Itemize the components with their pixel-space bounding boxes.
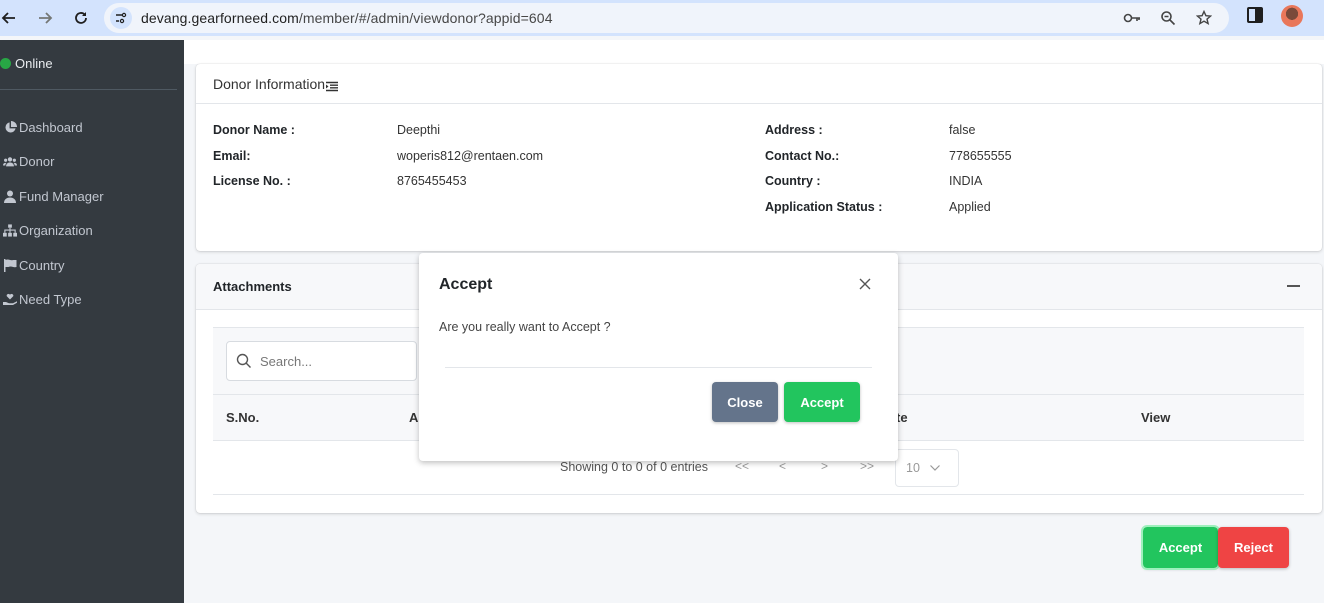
address-label: Address : bbox=[765, 123, 823, 137]
modal-close-button[interactable]: Close bbox=[712, 382, 778, 422]
license-label: License No. : bbox=[213, 174, 291, 188]
flag-icon bbox=[3, 258, 17, 272]
reload-icon[interactable] bbox=[68, 5, 94, 31]
sidebar-item-need-type[interactable]: Need Type bbox=[0, 283, 104, 318]
pagination-info: Showing 0 to 0 of 0 entries bbox=[560, 460, 709, 474]
hand-holding-heart-icon bbox=[3, 293, 17, 307]
collapse-icon[interactable] bbox=[1287, 285, 1300, 287]
back-icon[interactable] bbox=[0, 5, 22, 31]
donor-name-row: Donor Name : bbox=[213, 120, 295, 140]
list-indent-icon[interactable] bbox=[326, 79, 339, 92]
url-path: /member/#/admin/viewdonor?appid=604 bbox=[298, 10, 553, 26]
password-key-icon[interactable] bbox=[1121, 7, 1143, 29]
url-text[interactable]: devang.gearforneed.com/member/#/admin/vi… bbox=[141, 10, 553, 26]
email-label: Email: bbox=[213, 149, 251, 163]
last-page-button[interactable]: >> bbox=[860, 459, 874, 473]
sidebar-item-label: Dashboard bbox=[19, 119, 83, 135]
forward-icon[interactable] bbox=[32, 5, 58, 31]
contact-row: Contact No.: bbox=[765, 146, 839, 166]
side-panel-icon[interactable] bbox=[1247, 7, 1263, 23]
sidebar-item-dashboard[interactable]: Dashboard bbox=[0, 110, 104, 145]
page-size-select[interactable]: 10 bbox=[895, 449, 959, 487]
donor-name-value: Deepthi bbox=[397, 123, 441, 137]
accept-button[interactable]: Accept bbox=[1141, 525, 1220, 570]
email-row: Email: bbox=[213, 146, 251, 166]
reject-button[interactable]: Reject bbox=[1218, 527, 1289, 568]
address-bar[interactable]: devang.gearforneed.com/member/#/admin/vi… bbox=[104, 3, 1229, 33]
users-icon bbox=[3, 155, 17, 169]
column-header-view[interactable]: View bbox=[1141, 410, 1170, 425]
browser-toolbar: devang.gearforneed.com/member/#/admin/vi… bbox=[0, 0, 1324, 36]
content-header bbox=[184, 40, 1324, 64]
sidebar-item-donor[interactable]: Donor bbox=[0, 145, 104, 180]
status-dot-icon bbox=[0, 58, 11, 69]
attachments-title: Attachments bbox=[213, 279, 292, 294]
sidebar-nav: Dashboard Donor Fund Manager Organizatio… bbox=[0, 110, 104, 317]
license-row: License No. : bbox=[213, 171, 291, 191]
address-value: false bbox=[949, 123, 976, 137]
url-host: devang.gearforneed.com bbox=[141, 10, 299, 26]
application-status-label: Application Status : bbox=[765, 200, 883, 214]
status-label: Online bbox=[15, 56, 53, 71]
donor-info-header: Donor Information bbox=[196, 64, 1322, 104]
sitemap-icon bbox=[3, 224, 17, 238]
chart-pie-icon bbox=[3, 120, 17, 134]
sidebar: Online Dashboard Donor Fund Manager Orga… bbox=[0, 40, 184, 603]
modal-title: Accept bbox=[439, 276, 493, 293]
modal-divider bbox=[445, 367, 872, 368]
address-row: Address : bbox=[765, 120, 823, 140]
search-input[interactable] bbox=[260, 353, 400, 369]
accept-modal: Accept Are you really want to Accept ? C… bbox=[419, 253, 898, 461]
donor-name-label: Donor Name : bbox=[213, 123, 295, 137]
sidebar-divider bbox=[0, 89, 177, 90]
close-icon[interactable] bbox=[857, 276, 873, 292]
sidebar-item-label: Organization bbox=[19, 223, 93, 239]
sidebar-item-fund-manager[interactable]: Fund Manager bbox=[0, 179, 104, 214]
modal-accept-button[interactable]: Accept bbox=[784, 382, 860, 422]
contact-value: 778655555 bbox=[949, 149, 1012, 163]
search-icon bbox=[236, 353, 251, 368]
chevron-down-icon bbox=[929, 465, 940, 471]
country-value: INDIA bbox=[949, 174, 983, 188]
profile-avatar[interactable] bbox=[1281, 5, 1303, 27]
license-value: 8765455453 bbox=[397, 174, 467, 188]
donor-info-title: Donor Information bbox=[213, 75, 326, 92]
column-header-attachment[interactable]: A bbox=[409, 410, 418, 425]
status-row: Application Status : bbox=[765, 197, 882, 217]
next-page-button[interactable]: > bbox=[821, 459, 828, 473]
sidebar-item-label: Need Type bbox=[19, 292, 82, 308]
page-size-value: 10 bbox=[906, 461, 920, 475]
sidebar-item-label: Fund Manager bbox=[19, 188, 104, 204]
sidebar-item-label: Donor bbox=[19, 154, 55, 170]
country-row: Country : bbox=[765, 171, 821, 191]
zoom-icon[interactable] bbox=[1157, 7, 1179, 29]
site-settings-icon[interactable] bbox=[110, 7, 132, 29]
application-status-value: Applied bbox=[949, 200, 991, 214]
prev-page-button[interactable]: < bbox=[779, 459, 786, 473]
donor-info-card: Donor Information Donor Name : Deepthi E… bbox=[196, 64, 1322, 251]
modal-message: Are you really want to Accept ? bbox=[439, 320, 611, 334]
search-box[interactable] bbox=[226, 341, 417, 381]
sidebar-item-label: Country bbox=[19, 257, 65, 273]
country-label: Country : bbox=[765, 174, 821, 188]
user-tie-icon bbox=[3, 189, 17, 203]
online-status: Online bbox=[0, 56, 53, 71]
contact-label: Contact No.: bbox=[765, 149, 840, 163]
sidebar-item-organization[interactable]: Organization bbox=[0, 214, 104, 249]
email-value: woperis812@rentaen.com bbox=[397, 149, 544, 163]
sidebar-item-country[interactable]: Country bbox=[0, 248, 104, 283]
first-page-button[interactable]: << bbox=[735, 459, 749, 473]
bookmark-star-icon[interactable] bbox=[1193, 7, 1215, 29]
column-header-sno[interactable]: S.No. bbox=[226, 410, 259, 425]
